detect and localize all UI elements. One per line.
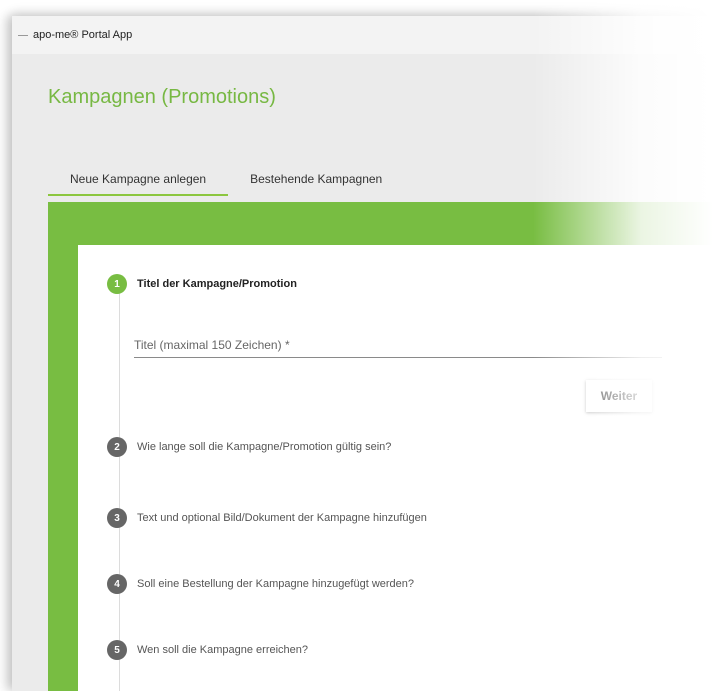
step-number: 1 [107,274,127,294]
tab-new-campaign[interactable]: Neue Kampagne anlegen [48,166,229,196]
app-icon [18,34,28,36]
tab-existing-campaigns[interactable]: Bestehende Kampagnen [228,166,404,196]
step-5[interactable]: 5 Wen soll die Kampagne erreichen? [107,640,308,660]
step-3[interactable]: 3 Text und optional Bild/Dokument der Ka… [107,508,427,528]
screen-top-margin [0,0,713,16]
window-titlebar: apo-me® Portal App [12,16,713,54]
app-window: apo-me® Portal App Kampagnen (Promotions… [12,16,713,691]
page-title: Kampagnen (Promotions) [48,86,276,108]
step-label: Titel der Kampagne/Promotion [137,278,297,290]
stepper-card: 1 Titel der Kampagne/Promotion Weiter 2 … [78,245,713,691]
step-label: Wen soll die Kampagne erreichen? [137,644,309,656]
step-1[interactable]: 1 Titel der Kampagne/Promotion [107,274,297,294]
step-label: Wie lange soll die Kampagne/Promotion gü… [137,441,392,453]
step-4[interactable]: 4 Soll eine Bestellung der Kampagne hinz… [107,574,414,594]
step-label: Text und optional Bild/Dokument der Kamp… [137,512,427,524]
step-2[interactable]: 2 Wie lange soll die Kampagne/Promotion … [107,437,391,457]
window-title: apo-me® Portal App [33,29,133,41]
step-number: 2 [107,437,127,457]
campaign-title-input[interactable] [134,333,662,358]
step-number: 4 [107,574,127,594]
step-label: Soll eine Bestellung der Kampagne hinzug… [137,578,415,590]
tab-bar: Neue Kampagne anlegen Bestehende Kampagn… [48,166,404,202]
step-number: 3 [107,508,127,528]
step-number: 5 [107,640,127,660]
stepper-line [119,285,120,691]
next-button[interactable]: Weiter [586,380,652,412]
